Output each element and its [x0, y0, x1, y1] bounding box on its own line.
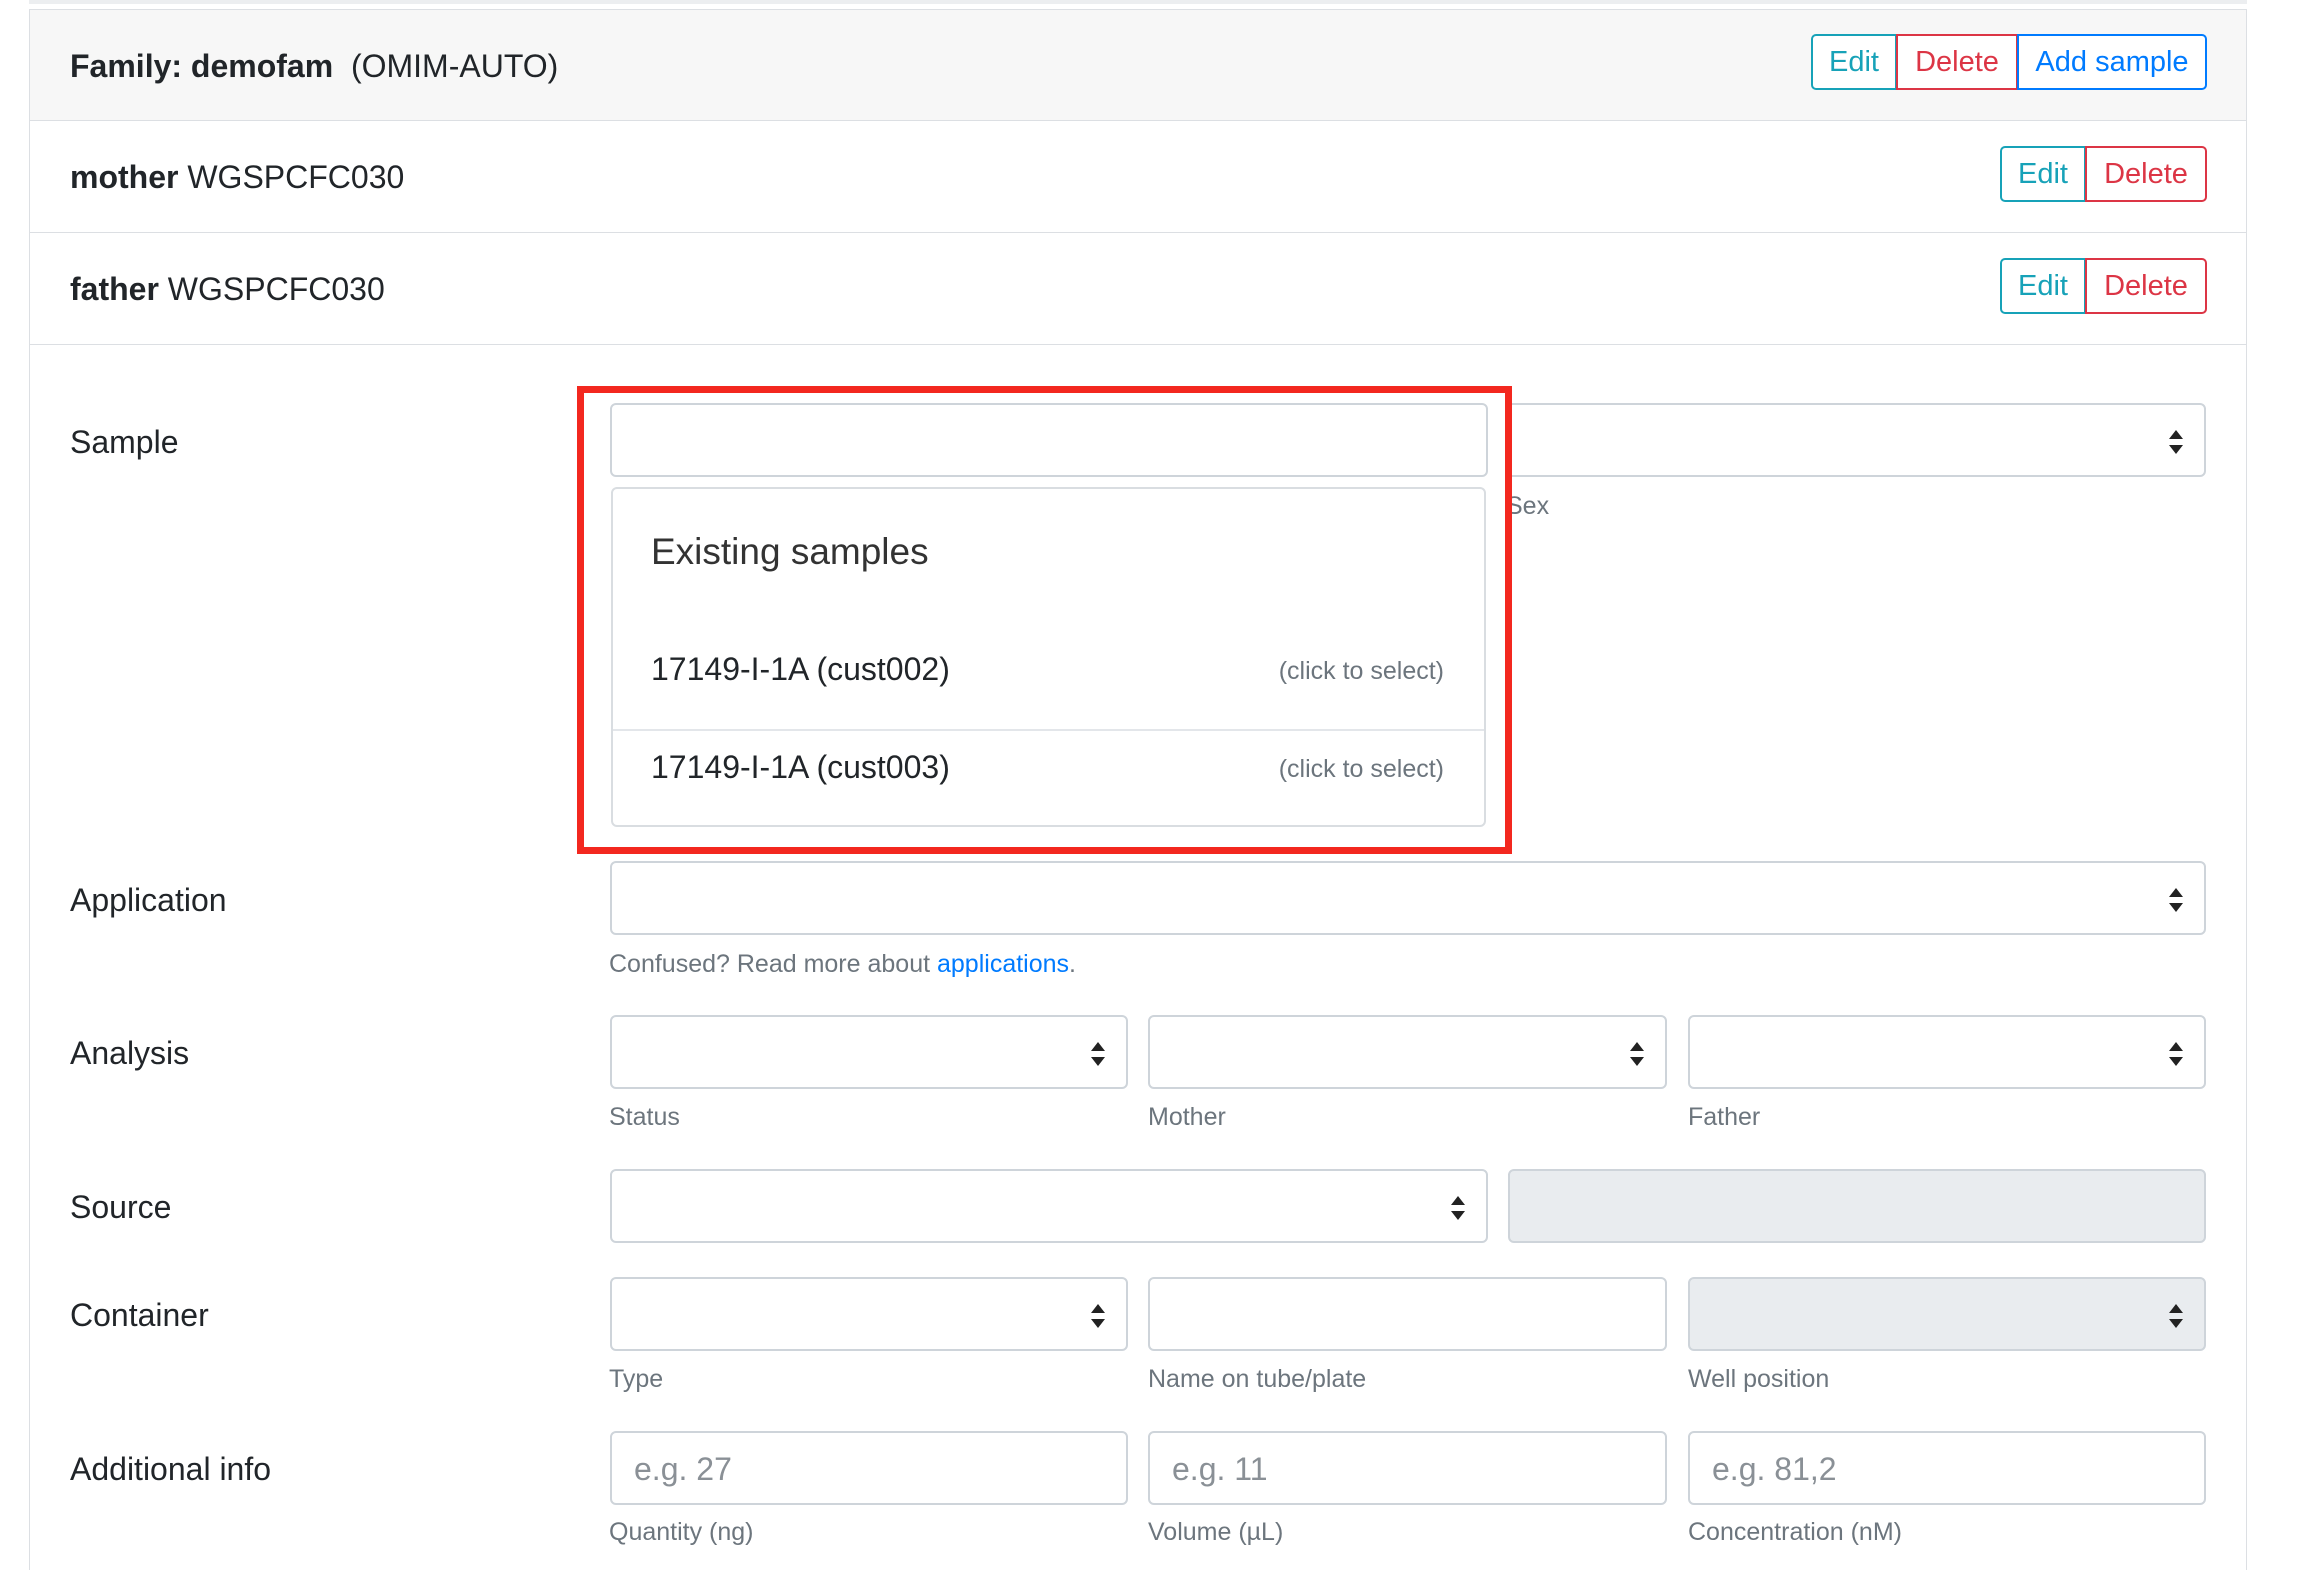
select-arrows-icon	[2169, 1304, 2183, 1328]
application-help: Confused? Read more about applications.	[609, 950, 1076, 979]
add-sample-button[interactable]: Add sample	[2017, 34, 2207, 90]
father-edit-button[interactable]: Edit	[2000, 258, 2086, 314]
well-position-help: Well position	[1688, 1365, 1830, 1393]
sample-name: WGSPCFC030	[167, 271, 385, 307]
family-edit-button[interactable]: Edit	[1811, 34, 1897, 90]
quantity-placeholder: e.g. 27	[634, 1451, 732, 1487]
father-select[interactable]	[1688, 1015, 2206, 1089]
additional-info-label: Additional info	[70, 1451, 272, 1487]
well-position-select	[1688, 1277, 2206, 1351]
sample-name: WGSPCFC030	[187, 159, 405, 195]
sample-row-mother: mother WGSPCFC030 Edit Delete	[30, 121, 2246, 233]
applications-link[interactable]: applications	[937, 950, 1069, 978]
mother-help: Mother	[1148, 1103, 1226, 1131]
source-comment-input	[1508, 1169, 2206, 1243]
sample-relation: father	[70, 271, 159, 307]
application-help-suffix: .	[1069, 950, 1076, 978]
father-delete-button[interactable]: Delete	[2085, 258, 2207, 314]
source-label: Source	[70, 1189, 172, 1225]
analysis-label: Analysis	[70, 1035, 190, 1071]
quantity-input[interactable]: e.g. 27	[610, 1431, 1128, 1505]
application-select[interactable]	[610, 861, 2206, 935]
mother-edit-button[interactable]: Edit	[2000, 146, 2086, 202]
select-arrows-icon	[2169, 888, 2183, 912]
sex-select[interactable]	[1506, 403, 2206, 477]
container-name-input[interactable]	[1148, 1277, 1667, 1351]
family-header: Family: demofam (OMIM-AUTO) Edit Delete …	[30, 10, 2246, 121]
select-arrows-icon	[1451, 1196, 1465, 1220]
mother-select[interactable]	[1148, 1015, 1667, 1089]
family-title: Family: demofam (OMIM-AUTO)	[70, 48, 558, 85]
application-help-text: Confused? Read more about	[609, 950, 937, 978]
quantity-help: Quantity (ng)	[609, 1518, 754, 1546]
select-arrows-icon	[1630, 1042, 1644, 1066]
sample-label: Sample	[70, 424, 179, 460]
sex-help: Sex	[1506, 492, 1550, 520]
application-label: Application	[70, 882, 227, 918]
family-panel: (OMIM-AUTO)	[350, 48, 559, 84]
select-arrows-icon	[1091, 1304, 1105, 1328]
volume-placeholder: e.g. 11	[1172, 1451, 1268, 1487]
sample-relation: mother	[70, 159, 179, 195]
top-divider	[29, 0, 2247, 4]
select-arrows-icon	[1091, 1042, 1105, 1066]
volume-input[interactable]: e.g. 11	[1148, 1431, 1667, 1505]
container-label: Container	[70, 1297, 209, 1333]
select-arrows-icon	[2169, 1042, 2183, 1066]
status-select[interactable]	[610, 1015, 1128, 1089]
type-help: Type	[609, 1365, 664, 1393]
volume-help: Volume (µL)	[1148, 1518, 1284, 1546]
highlight-box	[577, 386, 1512, 854]
family-name: Family: demofam	[70, 48, 334, 84]
father-help: Father	[1688, 1103, 1761, 1131]
sample-title-father: father WGSPCFC030	[70, 271, 385, 308]
container-type-select[interactable]	[610, 1277, 1128, 1351]
sample-row-father: father WGSPCFC030 Edit Delete	[30, 233, 2246, 345]
concentration-input[interactable]: e.g. 81,2	[1688, 1431, 2206, 1505]
select-arrows-icon	[2169, 430, 2183, 454]
mother-delete-button[interactable]: Delete	[2085, 146, 2207, 202]
concentration-placeholder: e.g. 81,2	[1712, 1451, 1837, 1487]
sample-title-mother: mother WGSPCFC030	[70, 159, 404, 196]
name-on-tube-help: Name on tube/plate	[1148, 1365, 1367, 1393]
status-help: Status	[609, 1103, 680, 1131]
source-select[interactable]	[610, 1169, 1488, 1243]
concentration-help: Concentration (nM)	[1688, 1518, 1902, 1546]
family-delete-button[interactable]: Delete	[1896, 34, 2018, 90]
